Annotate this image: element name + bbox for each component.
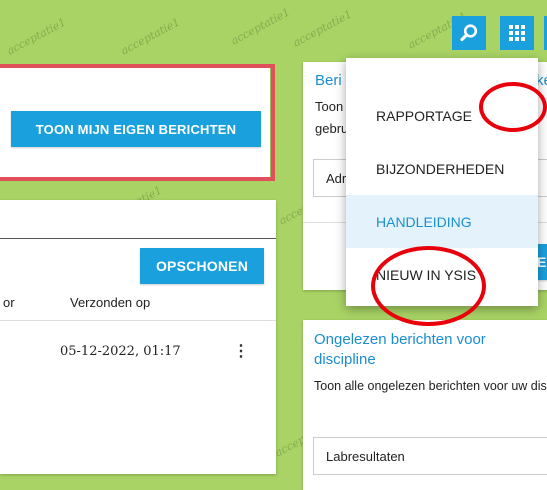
card-title: Ongelezen berichten voor discipline [314, 331, 486, 368]
divider [0, 238, 276, 239]
type-select[interactable]: Labresultaten [313, 437, 547, 475]
watermark: acceptatie1 [118, 15, 183, 58]
column-header-partial: or [3, 295, 15, 310]
card-text-line1: Toon [315, 99, 344, 114]
more-options-icon[interactable]: ⋮ [233, 341, 249, 361]
sent-date: 05-12-2022, 01:17 [60, 344, 181, 359]
unread-discipline-card: Ongelezen berichten voor discipline Toon… [303, 320, 547, 490]
annotation-circle-bottom [371, 246, 486, 326]
watermark: acceptatie1 [290, 7, 355, 50]
card-title-partial: Beri [315, 72, 342, 89]
card-description: Toon alle ongelezen berichten voor uw di… [314, 379, 547, 393]
search-icon [460, 24, 478, 42]
card-text-line2: gebru [315, 121, 349, 136]
watermark: acceptatie1 [4, 15, 69, 58]
cleanup-button[interactable]: OPSCHONEN [140, 248, 264, 284]
table-row[interactable]: 05-12-2022, 01:17 ⋮ [0, 321, 276, 371]
menu-item-handleiding[interactable]: HANDLEIDING [346, 195, 538, 248]
type-select-value: Labresultaten [326, 449, 405, 464]
column-header-sent: Verzonden op [70, 295, 151, 310]
menu-item-bijzonderheden[interactable]: BIJZONDERHEDEN [346, 142, 538, 195]
show-own-messages-button[interactable]: TOON MIJN EIGEN BERICHTEN [11, 111, 261, 147]
apps-menu-button[interactable] [500, 16, 534, 50]
grid-icon [509, 25, 525, 41]
select-value: Adr [326, 171, 347, 186]
annotation-circle-top [479, 82, 547, 132]
messages-list-card: OPSCHONEN or Verzonden op 05-12-2022, 01… [0, 200, 276, 474]
watermark: acceptatie1 [228, 5, 293, 48]
search-button[interactable] [452, 16, 486, 50]
